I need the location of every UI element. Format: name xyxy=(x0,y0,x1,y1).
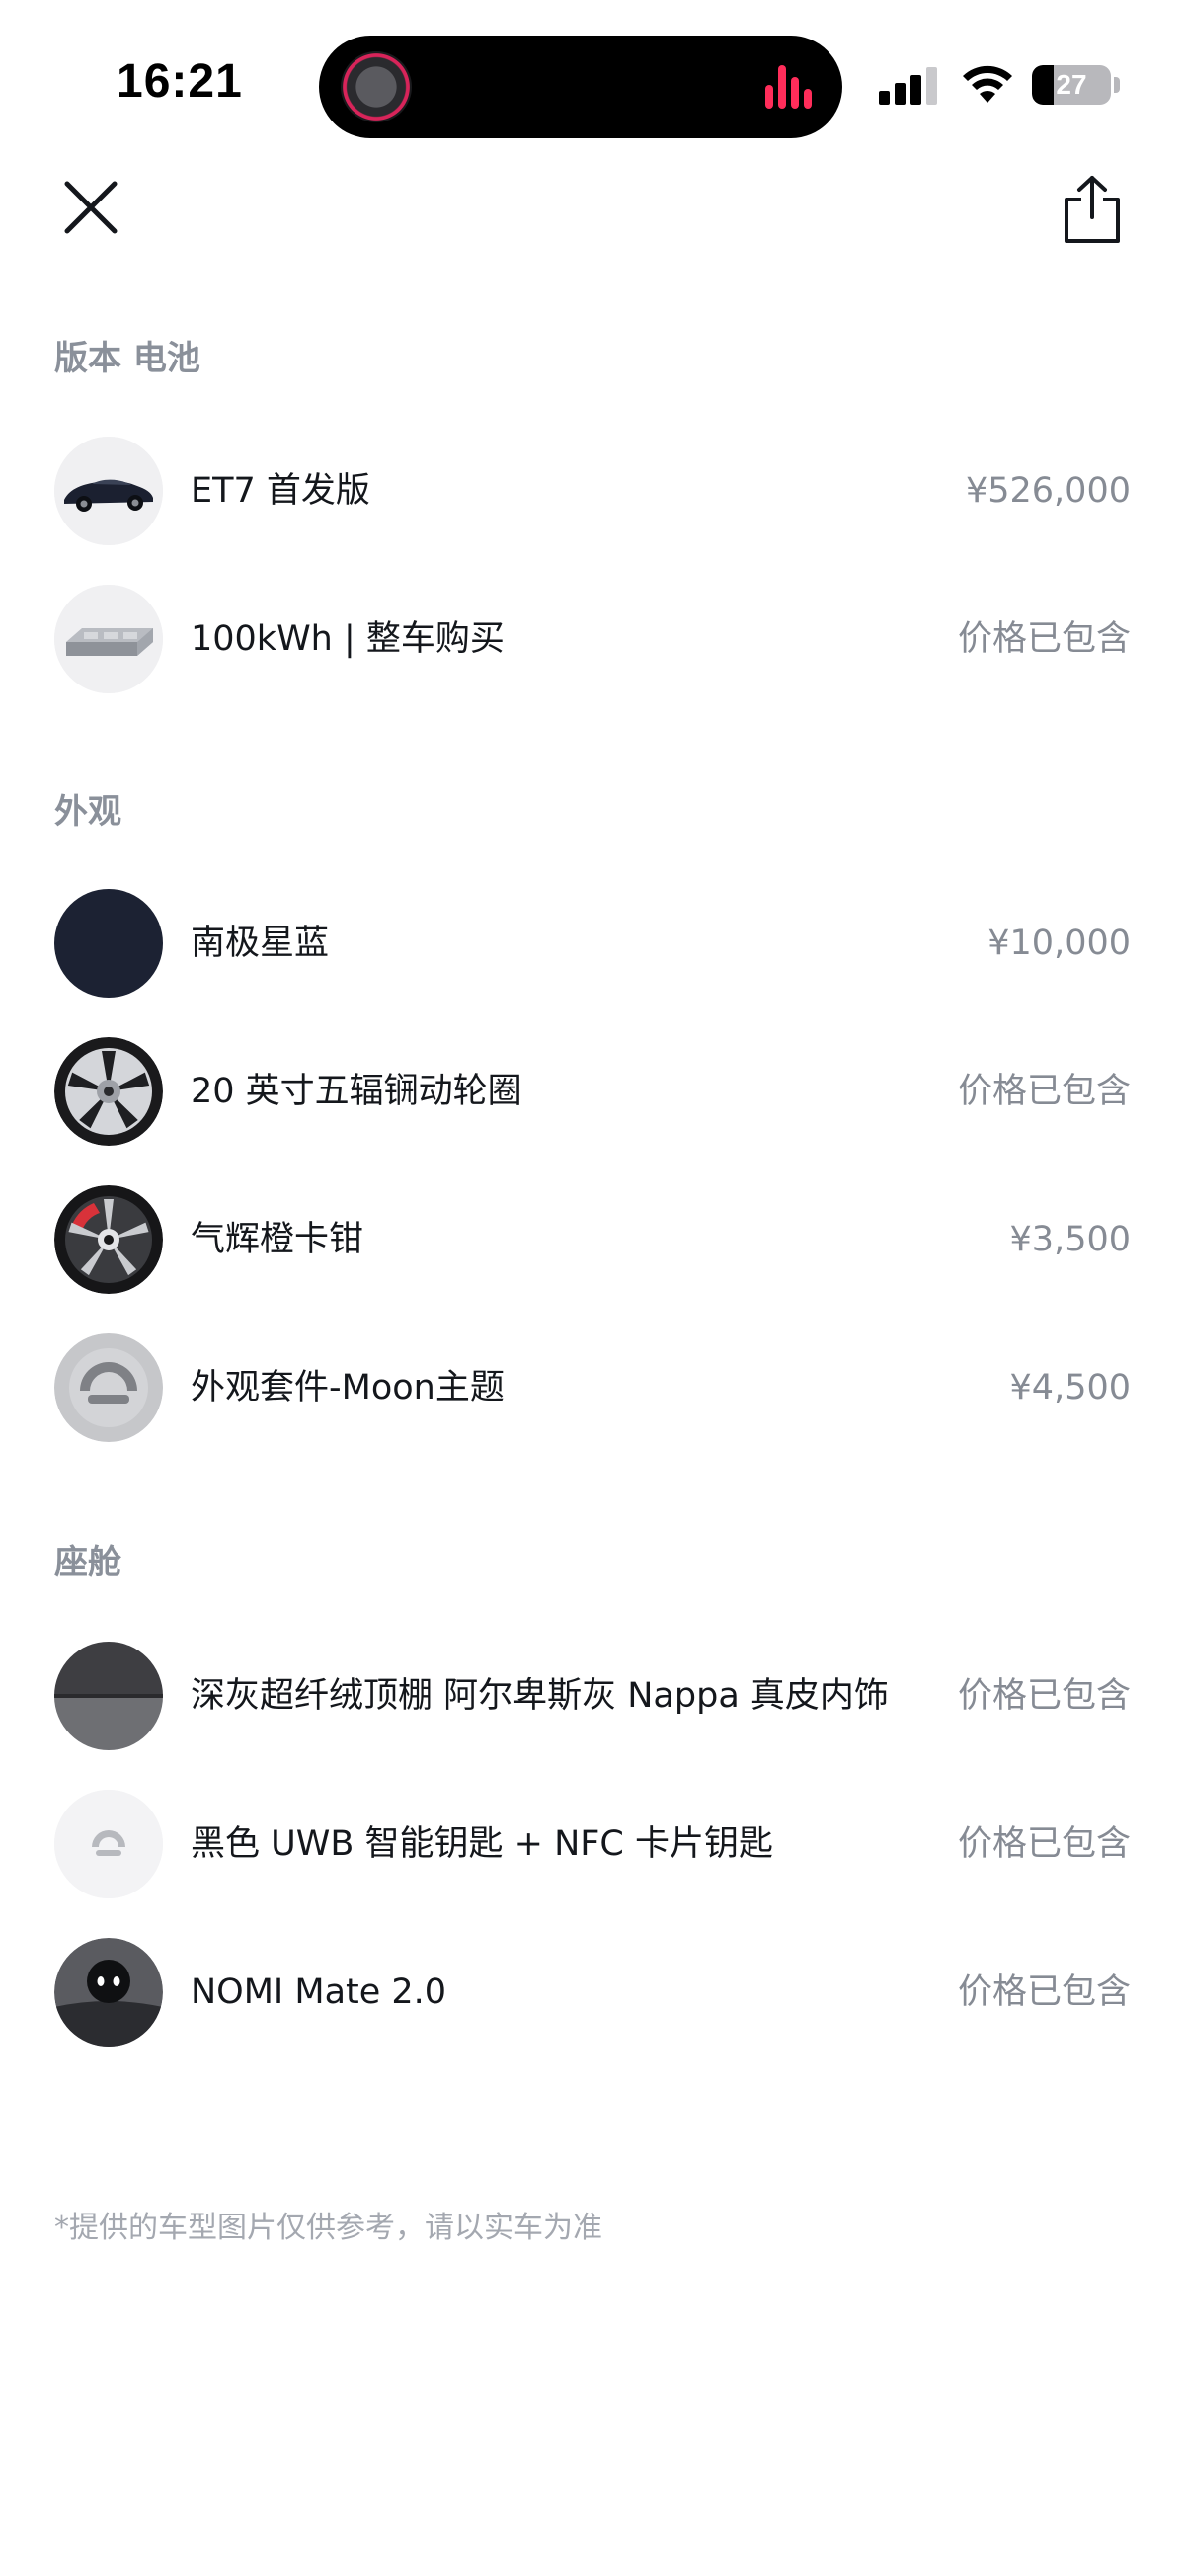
item-price: 价格已包含 xyxy=(957,1824,1131,1864)
status-time: 16:21 xyxy=(117,55,243,108)
item-label: 黑色 UWB 智能钥匙 + NFC 卡片钥匙 xyxy=(191,1824,773,1864)
wheel-thumbnail xyxy=(54,1037,163,1146)
item-price: ¥526,000 xyxy=(965,471,1131,511)
album-art-icon xyxy=(341,51,412,122)
item-label: 外观套件-Moon主题 xyxy=(191,1368,505,1408)
list-item-key[interactable]: 黑色 UWB 智能钥匙 + NFC 卡片钥匙 价格已包含 xyxy=(0,1770,1185,1918)
close-icon xyxy=(64,181,118,234)
list-item-caliper[interactable]: 气辉橙卡钳 ¥3,500 xyxy=(0,1166,1185,1314)
battery-pack-thumbnail xyxy=(54,585,163,693)
item-price: 价格已包含 xyxy=(957,1676,1131,1716)
section-title-cabin: 座舱 xyxy=(54,1543,121,1582)
close-button[interactable] xyxy=(51,168,130,247)
interior-thumbnail xyxy=(54,1642,163,1750)
paint-color-swatch xyxy=(54,889,163,998)
item-price: 价格已包含 xyxy=(957,1972,1131,2012)
item-label: 20 英寸五辐锎动轮圈 xyxy=(191,1072,522,1111)
cellular-signal-icon xyxy=(879,65,940,105)
list-item-wheels[interactable]: 20 英寸五辐锎动轮圈 价格已包含 xyxy=(0,1017,1185,1166)
status-bar: 16:21 27 xyxy=(0,0,1185,148)
wifi-icon xyxy=(960,61,1015,105)
audio-wave-icon xyxy=(765,65,813,109)
item-price: ¥10,000 xyxy=(988,924,1131,963)
item-price: ¥4,500 xyxy=(1009,1368,1131,1408)
battery-cap xyxy=(1114,77,1120,93)
item-label: ET7 首发版 xyxy=(191,471,370,511)
battery-icon: 27 xyxy=(1032,65,1111,105)
dynamic-island[interactable] xyxy=(319,36,842,138)
list-item-battery[interactable]: 100kWh | 整车购买 价格已包含 xyxy=(0,565,1185,713)
item-price: 价格已包含 xyxy=(957,1072,1131,1111)
list-item-interior[interactable]: 深灰超纤绒顶棚 阿尔卑斯灰 Nappa 真皮内饰 价格已包含 xyxy=(0,1622,1185,1770)
list-item-exterior-kit[interactable]: 外观套件-Moon主题 ¥4,500 xyxy=(0,1314,1185,1462)
section-title-exterior: 外观 xyxy=(54,792,121,832)
item-label: 深灰超纤绒顶棚 阿尔卑斯灰 Nappa 真皮内饰 xyxy=(191,1676,889,1716)
moon-logo-thumbnail xyxy=(54,1333,163,1442)
caliper-thumbnail xyxy=(54,1185,163,1294)
list-item-nomi[interactable]: NOMI Mate 2.0 价格已包含 xyxy=(0,1918,1185,2066)
list-item-edition[interactable]: ET7 首发版 ¥526,000 xyxy=(0,417,1185,565)
item-price: ¥3,500 xyxy=(1009,1220,1131,1259)
item-label: NOMI Mate 2.0 xyxy=(191,1972,447,2012)
list-item-paint[interactable]: 南极星蓝 ¥10,000 xyxy=(0,869,1185,1017)
item-label: 气辉橙卡钳 xyxy=(191,1220,364,1259)
share-button[interactable] xyxy=(1053,168,1132,251)
section-title-version-battery: 版本 电池 xyxy=(54,339,200,378)
item-label: 南极星蓝 xyxy=(191,924,330,963)
battery-percent: 27 xyxy=(1056,69,1087,100)
item-label: 100kWh | 整车购买 xyxy=(191,619,505,659)
disclaimer-text: *提供的车型图片仅供参考，请以实车为准 xyxy=(54,2211,602,2245)
key-thumbnail xyxy=(54,1790,163,1898)
share-icon xyxy=(1065,176,1120,243)
nomi-thumbnail xyxy=(54,1938,163,2047)
item-price: 价格已包含 xyxy=(957,619,1131,659)
car-thumbnail xyxy=(54,437,163,545)
